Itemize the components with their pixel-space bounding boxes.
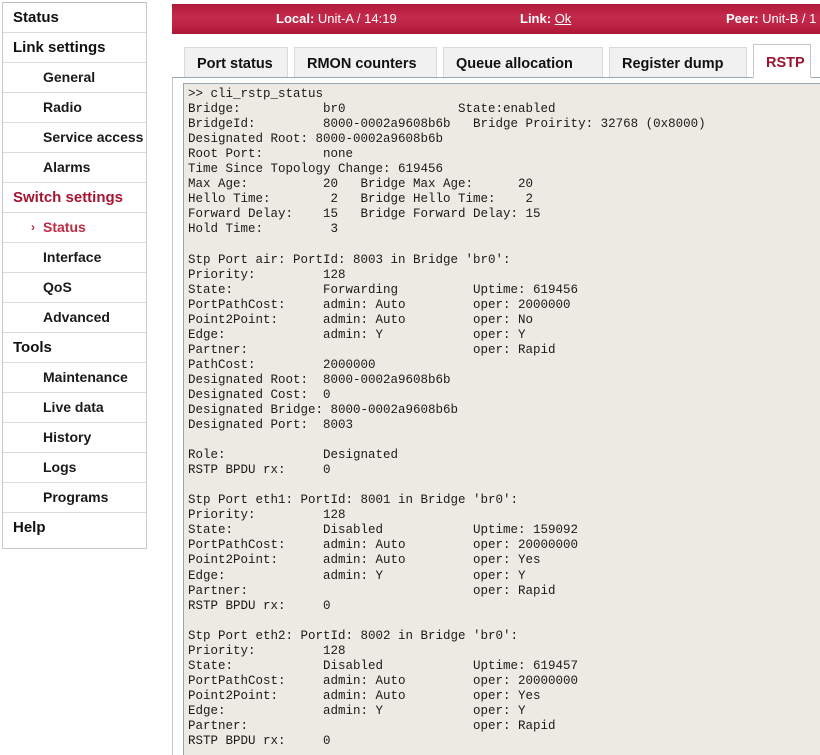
tab-register-dump[interactable]: Register dump [609, 47, 747, 78]
sidebar-item-general[interactable]: General [3, 62, 146, 92]
sidebar-item-label: Maintenance [43, 369, 128, 385]
sidebar-item-label: Radio [43, 99, 82, 115]
sidebar-item-label: Live data [43, 399, 104, 415]
sidebar-item-switch-settings[interactable]: Switch settings [3, 182, 146, 212]
sidebar-item-tools[interactable]: Tools [3, 332, 146, 362]
sidebar-item-label: Link settings [13, 39, 106, 56]
sidebar-item-interface[interactable]: Interface [3, 242, 146, 272]
sidebar-item-label: Programs [43, 489, 109, 505]
sidebar-item-link-settings[interactable]: Link settings [3, 32, 146, 62]
peer-label: Peer: [726, 11, 759, 26]
tab-label: Port status [197, 56, 273, 72]
tab-label: RMON counters [307, 56, 417, 72]
tab-label: RSTP [766, 55, 805, 71]
sidebar-item-label: Alarms [43, 159, 91, 175]
chevron-right-icon: › [31, 220, 35, 234]
sidebar-item-label: Advanced [43, 309, 110, 325]
link-status-value[interactable]: Ok [555, 11, 572, 26]
sidebar-item-radio[interactable]: Radio [3, 92, 146, 122]
sidebar-item-alarms[interactable]: Alarms [3, 152, 146, 182]
tab-bar: Port status RMON counters Queue allocation… [172, 44, 820, 78]
sidebar-item-logs[interactable]: Logs [3, 452, 146, 482]
app-window: Status Link settings General Radio Service a… [0, 0, 820, 755]
peer-value: Unit-B / 1 [758, 11, 817, 26]
sidebar-item-advanced[interactable]: Advanced [3, 302, 146, 332]
sidebar-item-label: Service access [43, 129, 144, 145]
sidebar-item-label: Status [13, 9, 59, 26]
sidebar-item-status[interactable]: Status [3, 3, 146, 32]
sidebar-item-label: QoS [43, 279, 72, 295]
tab-queue-allocation[interactable]: Queue allocation [443, 47, 603, 78]
link-label: Link: [520, 11, 552, 26]
cli-output-text: >> cli_rstp_status Bridge: br0 State:ena… [188, 87, 706, 749]
sidebar-item-label: Tools [13, 339, 52, 356]
sidebar-item-service-access[interactable]: Service access [3, 122, 146, 152]
sidebar-item-label: General [43, 69, 96, 85]
local-unit-status: Local: Unit-A / 14:19 [276, 11, 397, 27]
sidebar-item-help[interactable]: Help [3, 512, 146, 542]
sidebar-item-programs[interactable]: Programs [3, 482, 146, 512]
sidebar-item-history[interactable]: History [3, 422, 146, 452]
local-value: Unit-A / 14:19 [314, 11, 397, 26]
main-content: Local: Unit-A / 14:19 Link: Ok Peer: Uni… [172, 0, 820, 755]
cli-output-box[interactable]: >> cli_rstp_status Bridge: br0 State:ena… [183, 83, 820, 755]
tab-label: Register dump [622, 56, 724, 72]
tab-port-status[interactable]: Port status [184, 47, 288, 78]
sidebar-item-label: Interface [43, 249, 102, 265]
sidebar-item-live-data[interactable]: Live data [3, 392, 146, 422]
sidebar-nav: Status Link settings General Radio Service a… [2, 2, 147, 549]
link-status: Link: Ok [520, 11, 571, 27]
local-label: Local: [276, 11, 315, 26]
tab-rmon-counters[interactable]: RMON counters [294, 47, 437, 78]
sidebar-item-label: Help [13, 519, 46, 536]
sidebar-item-maintenance[interactable]: Maintenance [3, 362, 146, 392]
sidebar-item-label: Switch settings [13, 189, 124, 206]
sidebar-item-label: Logs [43, 459, 77, 475]
sidebar-item-status[interactable]: › Status [3, 212, 146, 242]
peer-unit-status: Peer: Unit-B / 1 [726, 11, 816, 27]
sidebar-item-label: History [43, 429, 92, 445]
status-header-bar: Local: Unit-A / 14:19 Link: Ok Peer: Uni… [172, 4, 820, 34]
tab-panel-rstp: >> cli_rstp_status Bridge: br0 State:ena… [172, 77, 820, 755]
tab-label: Queue allocation [456, 56, 573, 72]
sidebar-item-label: Status [43, 219, 86, 235]
sidebar-item-qos[interactable]: QoS [3, 272, 146, 302]
tab-rstp[interactable]: RSTP [753, 44, 811, 78]
